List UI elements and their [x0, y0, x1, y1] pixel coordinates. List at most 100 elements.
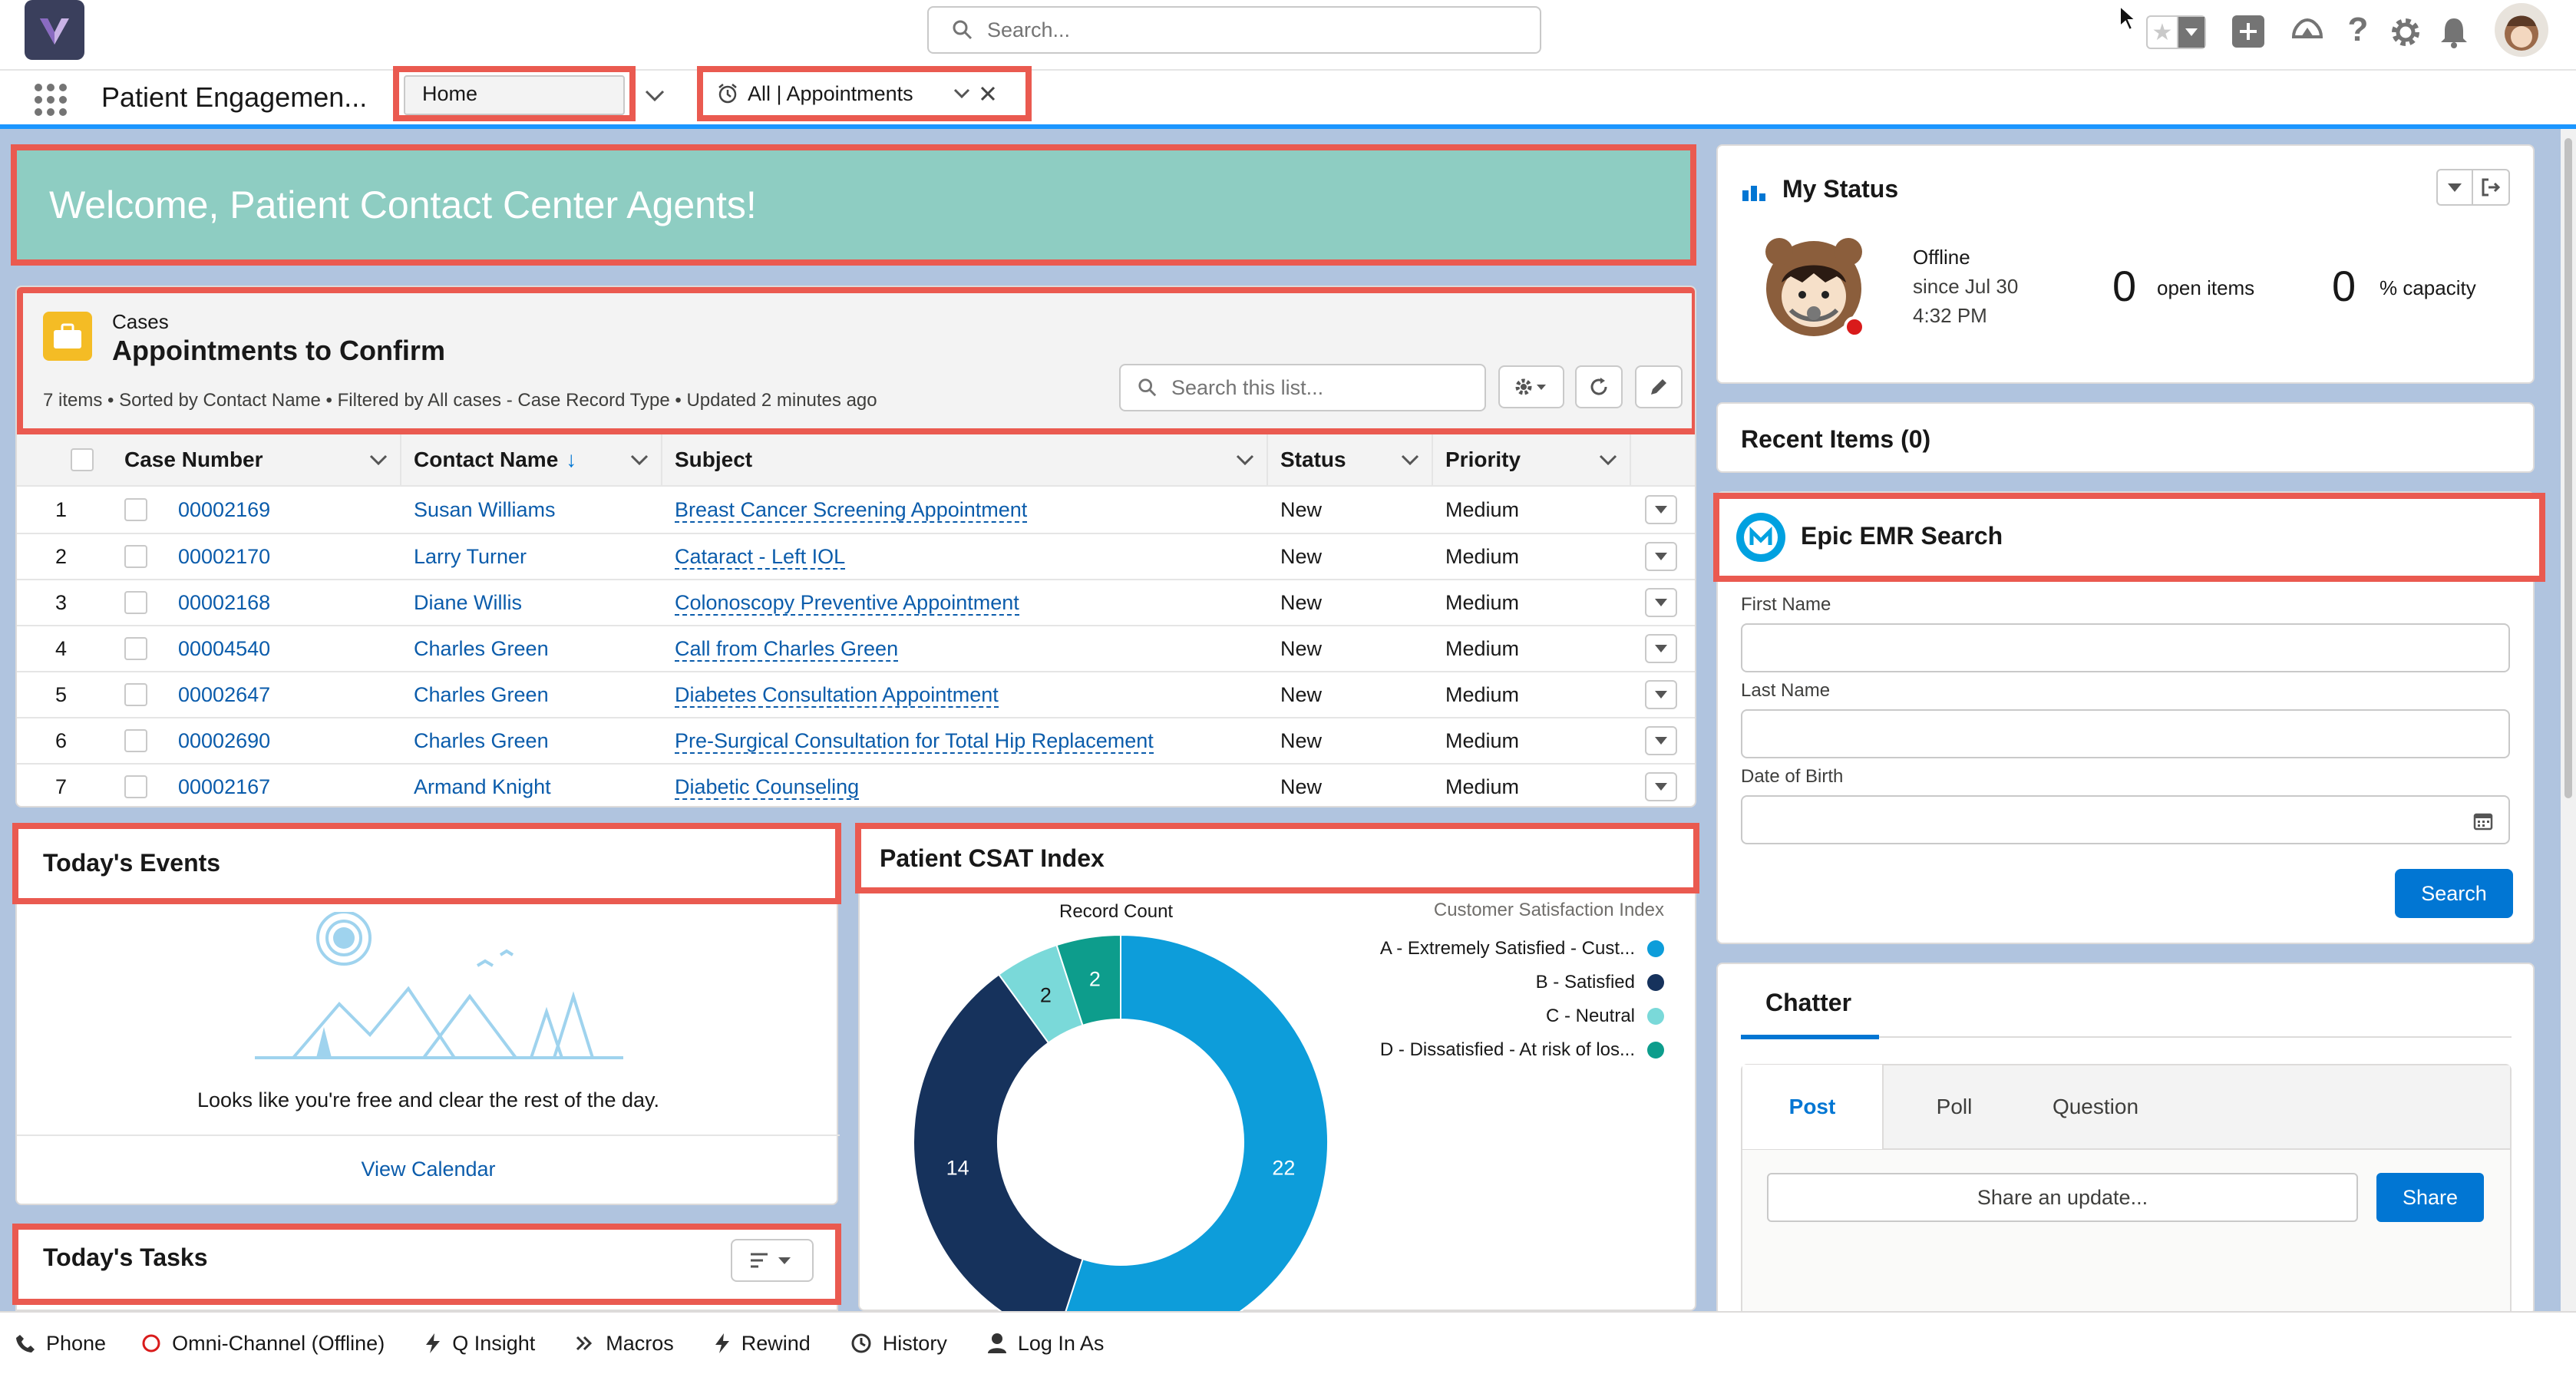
favorites-dropdown-icon[interactable] — [2178, 17, 2204, 48]
list-settings-button[interactable] — [1498, 365, 1564, 408]
contact-name-link[interactable]: Armand Knight — [401, 775, 662, 799]
list-refresh-button[interactable] — [1575, 365, 1623, 408]
utility-omni-channel[interactable]: Omni-Channel (Offline) — [141, 1332, 385, 1356]
contact-name-link[interactable]: Charles Green — [401, 683, 662, 707]
table-row[interactable]: 2 00002170 Larry Turner Cataract - Left … — [17, 533, 1695, 579]
tab-all-appointments[interactable]: All | Appointments — [697, 66, 1032, 121]
row-actions-dropdown[interactable] — [1645, 634, 1677, 663]
table-row[interactable]: 1 00002169 Susan Williams Breast Cancer … — [17, 487, 1695, 533]
case-number-link[interactable]: 00002168 — [178, 591, 401, 615]
column-header-priority[interactable]: Priority — [1433, 434, 1631, 485]
column-chevron-icon[interactable] — [1236, 454, 1254, 465]
row-checkbox[interactable] — [124, 775, 147, 798]
scrollbar-thumb[interactable] — [2564, 138, 2572, 798]
tab-question[interactable]: Question — [2025, 1065, 2166, 1149]
notifications-bell-icon[interactable] — [2438, 15, 2470, 49]
row-checkbox[interactable] — [124, 729, 147, 752]
legend-item[interactable]: A - Extremely Satisfied - Cust... — [1380, 932, 1664, 966]
list-search-input[interactable]: Search this list... — [1119, 364, 1486, 411]
favorite-star-icon[interactable]: ★ — [2148, 17, 2178, 48]
table-row[interactable]: 5 00002647 Charles Green Diabetes Consul… — [17, 671, 1695, 717]
row-actions-dropdown[interactable] — [1645, 726, 1677, 755]
column-chevron-icon[interactable] — [1401, 454, 1419, 465]
tab-poll[interactable]: Poll — [1884, 1065, 2025, 1149]
column-header-status[interactable]: Status — [1268, 434, 1433, 485]
contact-name-link[interactable]: Larry Turner — [401, 545, 662, 569]
row-actions-dropdown[interactable] — [1645, 680, 1677, 709]
row-actions-dropdown[interactable] — [1645, 542, 1677, 571]
row-actions-dropdown[interactable] — [1645, 588, 1677, 617]
status-dropdown-icon[interactable] — [2438, 170, 2473, 204]
case-number-link[interactable]: 00002169 — [178, 498, 401, 522]
case-number-link[interactable]: 00002167 — [178, 775, 401, 799]
legend-item[interactable]: C - Neutral — [1380, 999, 1664, 1033]
contact-name-link[interactable]: Charles Green — [401, 637, 662, 661]
setup-gear-icon[interactable] — [2389, 15, 2422, 49]
emr-search-button[interactable]: Search — [2395, 869, 2513, 918]
utility-log-in-as[interactable]: Log In As — [987, 1332, 1104, 1356]
row-actions-dropdown[interactable] — [1645, 772, 1677, 801]
subject-link[interactable]: Diabetes Consultation Appointment — [675, 682, 999, 708]
contact-name-link[interactable]: Charles Green — [401, 729, 662, 753]
tab-post[interactable]: Post — [1742, 1065, 1884, 1149]
page-scrollbar[interactable] — [2561, 129, 2576, 1311]
row-checkbox[interactable] — [124, 545, 147, 568]
tab-close-icon[interactable] — [979, 85, 996, 102]
table-row[interactable]: 6 00002690 Charles Green Pre-Surgical Co… — [17, 717, 1695, 763]
subject-link[interactable]: Breast Cancer Screening Appointment — [675, 497, 1028, 523]
utility-macros[interactable]: Macros — [575, 1332, 674, 1356]
app-logo[interactable] — [25, 0, 84, 60]
subject-link[interactable]: Call from Charles Green — [675, 636, 899, 662]
share-button[interactable]: Share — [2376, 1173, 2484, 1222]
calendar-icon[interactable] — [2473, 811, 2493, 831]
help-icon[interactable]: ? — [2343, 11, 2373, 49]
date-of-birth-input[interactable] — [1741, 795, 2510, 844]
subject-link[interactable]: Cataract - Left IOL — [675, 544, 846, 570]
last-name-input[interactable] — [1741, 709, 2510, 758]
favorites-group[interactable]: ★ — [2146, 15, 2206, 49]
subject-link[interactable]: Diabetic Counseling — [675, 775, 860, 800]
row-actions-dropdown[interactable] — [1645, 495, 1677, 524]
subject-link[interactable]: Pre-Surgical Consultation for Total Hip … — [675, 728, 1154, 754]
tab-chevron-down-icon[interactable] — [953, 88, 970, 99]
table-row[interactable]: 3 00002168 Diane Willis Colonoscopy Prev… — [17, 579, 1695, 625]
list-title[interactable]: Appointments to Confirm — [112, 335, 445, 367]
utility-rewind[interactable]: Rewind — [714, 1332, 811, 1356]
contact-name-link[interactable]: Susan Williams — [401, 498, 662, 522]
row-checkbox[interactable] — [124, 637, 147, 660]
case-number-link[interactable]: 00002647 — [178, 683, 401, 707]
row-checkbox[interactable] — [124, 683, 147, 706]
utility-phone[interactable]: Phone — [15, 1332, 106, 1356]
subject-link[interactable]: Colonoscopy Preventive Appointment — [675, 590, 1019, 616]
nav-overflow-chevron-icon[interactable] — [645, 89, 665, 103]
row-checkbox[interactable] — [124, 498, 147, 521]
legend-item[interactable]: D - Dissatisfied - At risk of los... — [1380, 1033, 1664, 1067]
trailhead-icon[interactable] — [2290, 14, 2324, 48]
app-launcher-icon[interactable] — [34, 83, 68, 117]
case-number-link[interactable]: 00002690 — [178, 729, 401, 753]
global-search[interactable]: Search... — [927, 6, 1541, 54]
row-checkbox[interactable] — [124, 591, 147, 614]
view-calendar-link[interactable]: View Calendar — [17, 1158, 840, 1181]
tab-home[interactable]: Home — [393, 66, 636, 121]
chatter-title[interactable]: Chatter — [1765, 989, 1851, 1017]
tasks-filter-button[interactable] — [731, 1239, 814, 1282]
recent-items-title[interactable]: Recent Items (0) — [1741, 425, 1930, 454]
column-header-contact-name[interactable]: Contact Name ↓ — [401, 434, 662, 485]
column-chevron-icon[interactable] — [1599, 454, 1617, 465]
table-row[interactable]: 4 00004540 Charles Green Call from Charl… — [17, 625, 1695, 671]
column-header-case-number[interactable]: Case Number — [109, 434, 401, 485]
share-update-input[interactable]: Share an update... — [1767, 1173, 2358, 1222]
utility-history[interactable]: History — [850, 1332, 947, 1356]
list-inline-edit-button[interactable] — [1635, 365, 1683, 408]
case-number-link[interactable]: 00004540 — [178, 637, 401, 661]
table-row[interactable]: 7 00002167 Armand Knight Diabetic Counse… — [17, 763, 1695, 806]
column-chevron-icon[interactable] — [369, 454, 388, 465]
case-number-link[interactable]: 00002170 — [178, 545, 401, 569]
status-popout-icon[interactable] — [2473, 170, 2508, 204]
contact-name-link[interactable]: Diane Willis — [401, 591, 662, 615]
column-header-subject[interactable]: Subject — [662, 434, 1268, 485]
legend-item[interactable]: B - Satisfied — [1380, 966, 1664, 999]
user-avatar[interactable] — [2495, 3, 2548, 57]
utility-q-insight[interactable]: Q Insight — [424, 1332, 535, 1356]
